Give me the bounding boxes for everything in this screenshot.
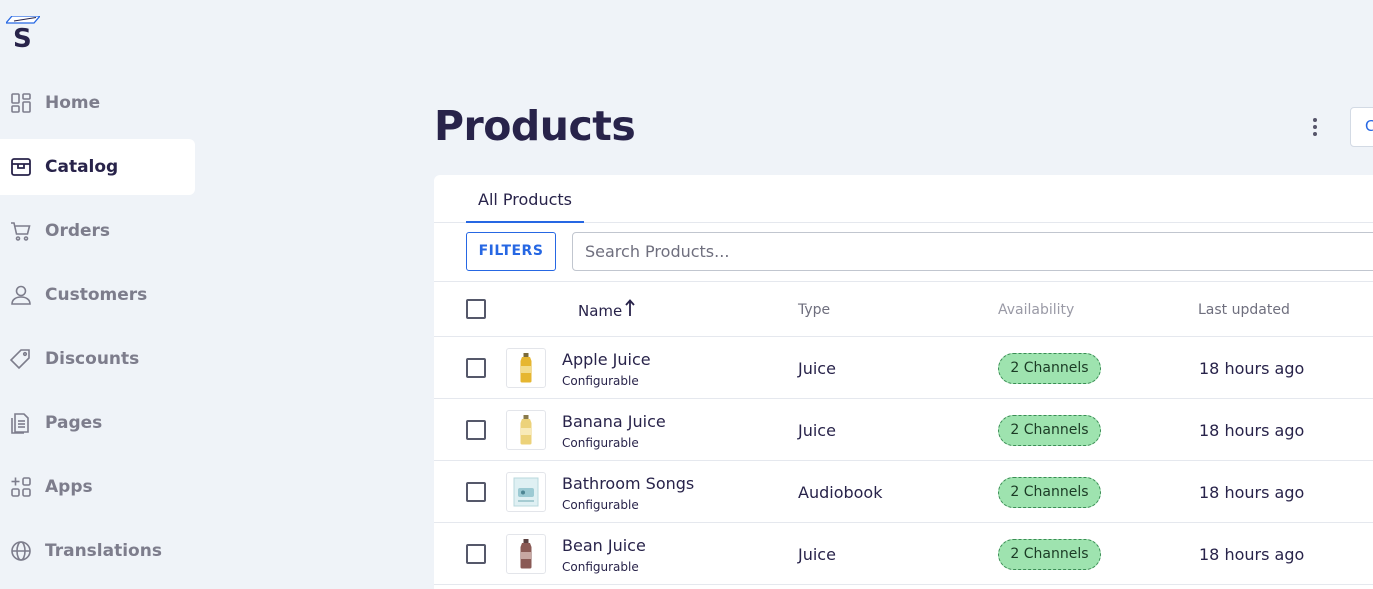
- availability-badge: 2 Channels: [998, 477, 1101, 508]
- sidebar-item-orders[interactable]: Orders: [0, 203, 195, 259]
- column-header-name[interactable]: Name: [578, 302, 622, 320]
- sidebar-item-apps[interactable]: Apps: [0, 459, 195, 515]
- product-kind: Configurable: [562, 560, 639, 574]
- create-product-button[interactable]: C: [1350, 107, 1373, 147]
- juice-bottle-icon: [520, 539, 532, 569]
- audiobook-cover-icon: [513, 477, 539, 507]
- cart-icon: [10, 220, 32, 242]
- sort-ascending-icon[interactable]: [625, 299, 635, 317]
- product-thumbnail: [506, 348, 546, 388]
- product-thumbnail: [506, 472, 546, 512]
- logo-letter: S: [13, 24, 32, 54]
- column-header-availability: Availability: [998, 302, 1075, 318]
- product-type: Juice: [798, 545, 836, 564]
- app-logo[interactable]: S: [6, 16, 42, 52]
- last-updated: 18 hours ago: [1199, 421, 1305, 440]
- logo-mark-icon: [6, 16, 40, 24]
- sidebar-nav: Home Catalog Orders Customers Discounts …: [0, 75, 195, 587]
- sidebar-item-home[interactable]: Home: [0, 75, 195, 131]
- row-checkbox[interactable]: [466, 544, 486, 564]
- sidebar-item-label: Customers: [45, 285, 148, 305]
- availability-badge: 2 Channels: [998, 539, 1101, 570]
- availability-badge: 2 Channels: [998, 353, 1101, 384]
- product-type: Audiobook: [798, 483, 883, 502]
- sidebar-item-translations[interactable]: Translations: [0, 523, 195, 579]
- product-thumbnail: [506, 410, 546, 450]
- product-name: Bean Juice: [562, 536, 646, 555]
- table-header: Name Type Availability Last updated: [434, 281, 1373, 337]
- column-header-type[interactable]: Type: [798, 302, 830, 318]
- row-checkbox[interactable]: [466, 482, 486, 502]
- product-thumbnail: [506, 534, 546, 574]
- table-row[interactable]: Apple Juice Configurable Juice 2 Channel…: [434, 337, 1373, 399]
- tab-all-products[interactable]: All Products: [466, 175, 585, 223]
- table-row[interactable]: Bathroom Songs Configurable Audiobook 2 …: [434, 461, 1373, 523]
- sidebar-item-label: Orders: [45, 221, 111, 241]
- sidebar-item-discounts[interactable]: Discounts: [0, 331, 195, 387]
- products-card: All Products FILTERS Name Type Availabil…: [434, 175, 1373, 589]
- filter-bar: FILTERS: [466, 232, 1373, 272]
- product-type: Juice: [798, 421, 836, 440]
- product-kind: Configurable: [562, 498, 639, 512]
- product-name: Bathroom Songs: [562, 474, 695, 493]
- product-type: Juice: [798, 359, 836, 378]
- column-header-last-updated[interactable]: Last updated: [1198, 302, 1290, 318]
- user-icon: [10, 284, 32, 306]
- product-name: Banana Juice: [562, 412, 666, 431]
- sidebar-item-customers[interactable]: Customers: [0, 267, 195, 323]
- sidebar-item-label: Home: [45, 93, 101, 113]
- sidebar-item-pages[interactable]: Pages: [0, 395, 195, 451]
- tab-bar: All Products: [434, 175, 1373, 223]
- product-kind: Configurable: [562, 374, 639, 388]
- apps-grid-icon: [10, 476, 32, 498]
- tag-icon: [10, 348, 32, 370]
- sidebar-item-label: Discounts: [45, 349, 140, 369]
- juice-bottle-icon: [520, 353, 532, 383]
- last-updated: 18 hours ago: [1199, 545, 1305, 564]
- product-name: Apple Juice: [562, 350, 651, 369]
- document-icon: [10, 412, 32, 434]
- filters-button[interactable]: FILTERS: [466, 232, 556, 271]
- table-row[interactable]: Banana Juice Configurable Juice 2 Channe…: [434, 399, 1373, 461]
- sidebar-item-label: Apps: [45, 477, 93, 497]
- sidebar-item-catalog[interactable]: Catalog: [0, 139, 195, 195]
- globe-icon: [10, 540, 32, 562]
- last-updated: 18 hours ago: [1199, 359, 1305, 378]
- product-kind: Configurable: [562, 436, 639, 450]
- last-updated: 18 hours ago: [1199, 483, 1305, 502]
- more-options-icon[interactable]: [1303, 115, 1327, 139]
- page-title: Products: [434, 102, 636, 150]
- select-all-checkbox[interactable]: [466, 299, 486, 319]
- home-grid-icon: [10, 92, 32, 114]
- catalog-box-icon: [10, 156, 32, 178]
- sidebar-item-label: Translations: [45, 541, 162, 561]
- juice-bottle-icon: [520, 415, 532, 445]
- row-checkbox[interactable]: [466, 358, 486, 378]
- availability-badge: 2 Channels: [998, 415, 1101, 446]
- table-row[interactable]: Bean Juice Configurable Juice 2 Channels…: [434, 523, 1373, 585]
- sidebar-item-label: Pages: [45, 413, 103, 433]
- row-checkbox[interactable]: [466, 420, 486, 440]
- sidebar-item-label: Catalog: [45, 157, 119, 177]
- search-input[interactable]: [572, 232, 1373, 271]
